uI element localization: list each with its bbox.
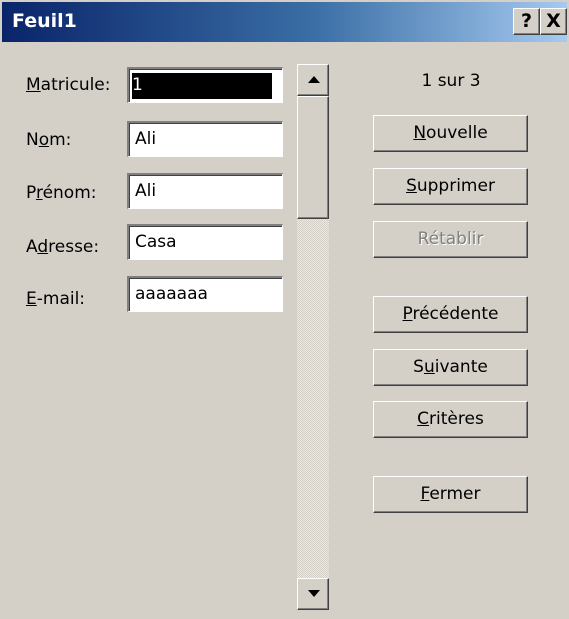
help-button[interactable]: ? xyxy=(513,8,540,35)
suivante-button[interactable]: Suivante xyxy=(373,349,528,386)
title-bar[interactable]: Feuil1 ? X xyxy=(2,2,567,42)
precedente-button[interactable]: Précédente xyxy=(373,296,528,333)
label-nom: Nom: xyxy=(26,130,72,150)
matricule-value: 1 xyxy=(132,73,272,99)
fermer-button[interactable]: Fermer xyxy=(373,476,528,513)
close-icon: X xyxy=(546,10,561,32)
prenom-field[interactable]: Ali xyxy=(127,173,283,209)
matricule-field[interactable]: 1 xyxy=(127,67,283,103)
label-prenom: Prénom: xyxy=(26,183,97,203)
email-field[interactable]: aaaaaaa xyxy=(127,276,283,312)
prenom-value: Ali xyxy=(135,181,157,201)
label-email: E-mail: xyxy=(26,289,86,309)
scroll-down-button[interactable] xyxy=(297,578,329,610)
data-form-dialog: Feuil1 ? X Matricule: Nom: Prénom: Adres… xyxy=(0,0,569,619)
retablir-button[interactable]: Rétablir xyxy=(373,221,528,258)
close-button[interactable]: X xyxy=(540,8,567,35)
nom-field[interactable]: Ali xyxy=(127,121,283,157)
window-title: Feuil1 xyxy=(12,10,77,32)
scroll-up-button[interactable] xyxy=(297,64,329,96)
email-value: aaaaaaa xyxy=(135,284,208,304)
supprimer-button[interactable]: Supprimer xyxy=(373,168,528,205)
record-counter: 1 sur 3 xyxy=(421,71,481,91)
adresse-value: Casa xyxy=(135,232,177,252)
label-matricule: Matricule: xyxy=(26,75,111,95)
arrow-down-icon xyxy=(308,590,320,597)
nom-value: Ali xyxy=(135,129,157,149)
nouvelle-button[interactable]: Nouvelle xyxy=(373,115,528,152)
scrollbar-thumb[interactable] xyxy=(297,96,329,219)
label-adresse: Adresse: xyxy=(26,237,100,257)
arrow-up-icon xyxy=(308,76,320,83)
criteres-button[interactable]: Critères xyxy=(373,401,528,438)
question-mark-icon: ? xyxy=(520,10,533,32)
adresse-field[interactable]: Casa xyxy=(127,224,283,260)
